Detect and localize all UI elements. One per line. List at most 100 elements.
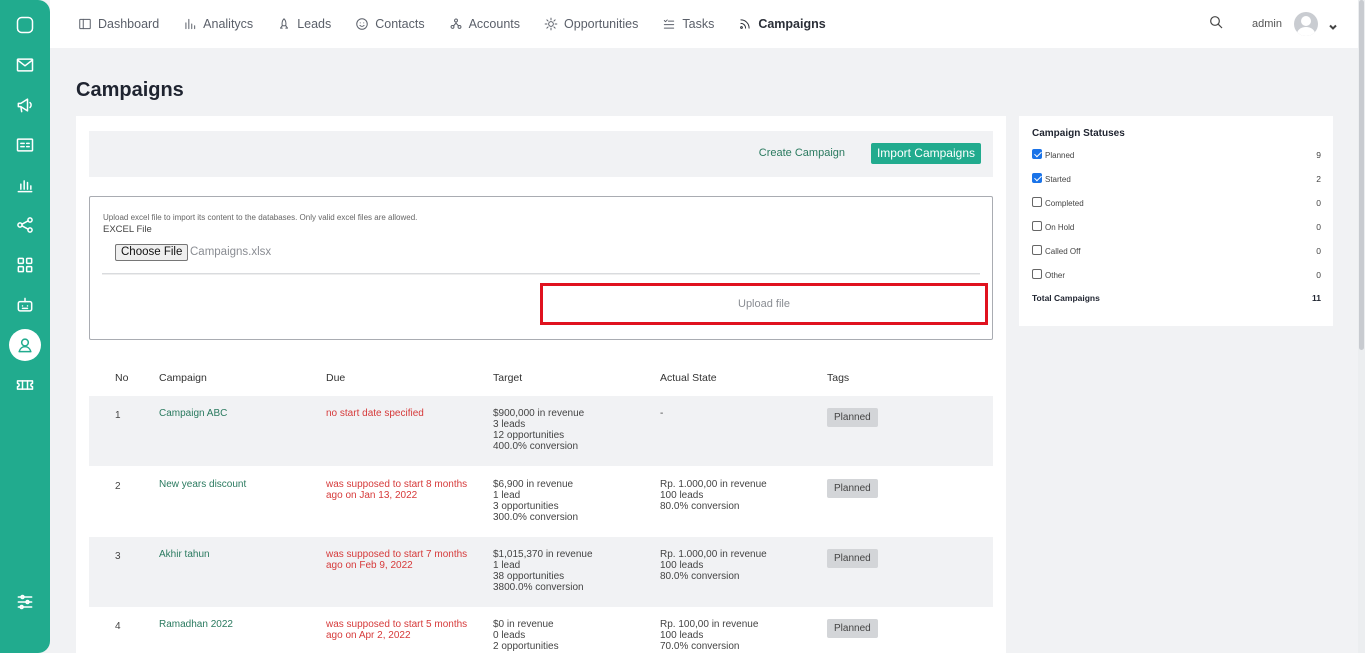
upload-form: Upload excel file to import its content … xyxy=(89,196,993,340)
total-campaigns-row: Total Campaigns 11 xyxy=(1032,293,1321,303)
grid-icon[interactable] xyxy=(13,253,37,277)
total-count: 11 xyxy=(1312,293,1321,303)
share-icon[interactable] xyxy=(13,213,37,237)
col-header-campaign: Campaign xyxy=(159,372,207,384)
row-no: 3 xyxy=(115,551,121,562)
actual-line: 70.0% conversion xyxy=(660,641,740,652)
page-scrollbar[interactable] xyxy=(1358,0,1365,653)
campaign-toolbar: Create Campaign Import Campaigns xyxy=(89,131,993,177)
status-checkbox[interactable] xyxy=(1032,269,1042,279)
target-line: 12 opportunities xyxy=(493,430,565,441)
page-title: Campaigns xyxy=(76,79,184,101)
settings-sliders-icon[interactable] xyxy=(13,590,37,614)
nav-item-contacts[interactable]: Contacts xyxy=(355,17,425,31)
nav-item-accounts[interactable]: Accounts xyxy=(449,17,520,31)
target-line: 400.0% conversion xyxy=(493,441,579,452)
megaphone-icon[interactable] xyxy=(13,93,37,117)
total-label: Total Campaigns xyxy=(1032,293,1100,303)
actual-line: 100 leads xyxy=(660,560,704,571)
nav-item-label: Leads xyxy=(297,17,332,31)
status-label: On Hold xyxy=(1045,223,1075,232)
target-cell: $1,015,370 in revenue 1 lead 38 opportun… xyxy=(493,549,593,593)
nav-item-dashboard[interactable]: Dashboard xyxy=(78,17,159,31)
campaign-link[interactable]: New years discount xyxy=(159,479,246,490)
nav-item-analytics[interactable]: Analitycs xyxy=(183,17,253,31)
nav-item-campaigns[interactable]: Campaigns xyxy=(738,17,826,31)
row-no: 4 xyxy=(115,621,121,632)
campaign-link[interactable]: Akhir tahun xyxy=(159,549,210,560)
chart-icon[interactable] xyxy=(13,173,37,197)
target-cell: $6,900 in revenue 1 lead 3 opportunities… xyxy=(493,479,578,523)
actual-line: - xyxy=(660,408,664,419)
status-label: Completed xyxy=(1045,199,1084,208)
col-header-due: Due xyxy=(326,372,346,384)
scrollbar-thumb[interactable] xyxy=(1359,0,1364,350)
actual-line: 80.0% conversion xyxy=(660,571,740,582)
leads-icon xyxy=(280,18,289,29)
actual-line: 100 leads xyxy=(660,630,704,641)
status-badge: Planned xyxy=(827,619,878,638)
status-checkbox[interactable] xyxy=(1032,173,1042,183)
import-campaigns-button[interactable]: Import Campaigns xyxy=(870,143,981,164)
nav-item-opportunities[interactable]: Opportunities xyxy=(544,17,638,31)
table-row: 2 New years discount was supposed to sta… xyxy=(89,467,993,537)
status-checkbox[interactable] xyxy=(1032,197,1042,207)
status-label: Other xyxy=(1045,271,1066,280)
table-row: 3 Akhir tahun was supposed to start 7 mo… xyxy=(89,537,993,607)
target-line: 3 opportunities xyxy=(493,501,559,512)
target-cell: $0 in revenue 0 leads 2 opportunities xyxy=(493,619,559,652)
status-card-title: Campaign Statuses xyxy=(1032,128,1125,139)
target-line: 3 leads xyxy=(493,419,526,430)
nav-item-tasks[interactable]: Tasks xyxy=(662,17,714,31)
actual-cell: Rp. 1.000,00 in revenue 100 leads 80.0% … xyxy=(660,549,767,582)
table-header: No Campaign Due Target Actual State Tags xyxy=(89,362,993,396)
due-text: was supposed to start 8 months ago on Ja… xyxy=(326,479,468,501)
mail-icon[interactable] xyxy=(13,53,37,77)
nav-item-label: Contacts xyxy=(375,17,425,31)
status-checkbox[interactable] xyxy=(1032,245,1042,255)
campaigns-icon xyxy=(740,19,750,29)
actual-line: 80.0% conversion xyxy=(660,501,740,512)
target-line: 38 opportunities xyxy=(493,571,565,582)
accounts-icon xyxy=(450,18,462,29)
status-label: Called Off xyxy=(1045,247,1081,256)
chevron-down-icon[interactable] xyxy=(1328,19,1338,30)
target-line: 300.0% conversion xyxy=(493,512,579,523)
campaign-link[interactable]: Campaign ABC xyxy=(159,408,227,419)
id-card-icon[interactable] xyxy=(13,133,37,157)
status-filter-called-off: Called Off 0 xyxy=(1032,244,1321,258)
avatar[interactable] xyxy=(1294,12,1318,36)
table-row: 4 Ramadhan 2022 was supposed to start 5 … xyxy=(89,607,993,653)
tasks-icon xyxy=(664,19,675,29)
bot-icon[interactable] xyxy=(13,293,37,317)
create-campaign-link[interactable]: Create Campaign xyxy=(759,147,845,159)
nav-item-leads[interactable]: Leads xyxy=(277,17,331,31)
user-campaign-icon[interactable] xyxy=(9,329,41,361)
table-row: 1 Campaign ABC no start date specified $… xyxy=(89,396,993,466)
opportunities-icon xyxy=(544,17,558,31)
campaign-link[interactable]: Ramadhan 2022 xyxy=(159,619,233,630)
ticket-icon[interactable] xyxy=(13,373,37,397)
home-icon[interactable] xyxy=(13,13,37,37)
status-checkbox[interactable] xyxy=(1032,149,1042,159)
actual-line: 100 leads xyxy=(660,490,704,501)
nav-item-label: Accounts xyxy=(468,17,521,31)
target-cell: $900,000 in revenue 3 leads 12 opportuni… xyxy=(493,408,584,452)
status-label: Started xyxy=(1045,175,1071,184)
status-count: 2 xyxy=(1316,174,1321,184)
target-line: $6,900 in revenue xyxy=(493,479,574,490)
username: admin xyxy=(1252,18,1282,30)
col-header-actual: Actual State xyxy=(660,372,717,384)
choose-file-button[interactable]: Choose File xyxy=(115,244,189,261)
actual-line: Rp. 1.000,00 in revenue xyxy=(660,479,767,490)
upload-file-button[interactable]: Upload file xyxy=(540,283,988,325)
status-badge: Planned xyxy=(827,408,878,427)
nav-item-label: Analitycs xyxy=(203,17,254,31)
status-filter-completed: Completed 0 xyxy=(1032,196,1321,210)
status-filter-started: Started 2 xyxy=(1032,172,1321,186)
search-icon[interactable] xyxy=(1208,14,1224,35)
nav-menu: Dashboard Analitycs Leads Contacts Accou… xyxy=(78,0,850,48)
selected-file-name: Campaigns.xlsx xyxy=(190,246,272,258)
actual-cell: Rp. 1.000,00 in revenue 100 leads 80.0% … xyxy=(660,479,767,512)
status-checkbox[interactable] xyxy=(1032,221,1042,231)
